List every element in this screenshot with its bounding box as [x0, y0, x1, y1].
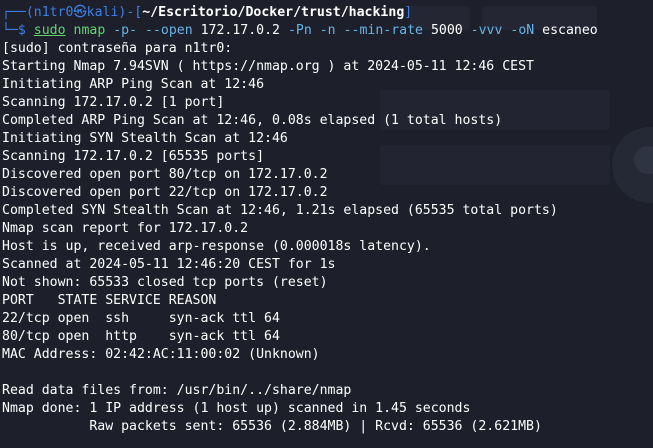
command-args: -p- --open 172.17.0.2 -Pn -n --min-rate … [105, 23, 598, 38]
command-arg: --min-rate [343, 23, 423, 38]
output-line: Nmap scan report for 172.17.0.2 [2, 221, 249, 236]
prompt-line-1: ┌──(n1tr0㉿kali)-[~/Escritorio/Docker/tru… [2, 4, 653, 22]
prompt-frame-top: ┌──( [2, 5, 34, 20]
prompt-frame-bottom: └─ [2, 23, 18, 38]
terminal-window[interactable]: ┌──(n1tr0㉿kali)-[~/Escritorio/Docker/tru… [0, 0, 653, 448]
output-line: [sudo] contraseña para n1tr0: [2, 41, 233, 56]
output-line: Discovered open port 80/tcp on 172.17.0.… [2, 167, 328, 182]
output-line: Discovered open port 22/tcp on 172.17.0.… [2, 185, 328, 200]
command-arg: -vvv [470, 23, 503, 38]
command-arg: escaneo [542, 23, 598, 38]
prompt-frame-close: ] [404, 5, 413, 20]
prompt-dollar: $ [17, 23, 34, 38]
output-line: Scanned at 2024-05-11 12:46:20 CEST for … [2, 257, 336, 272]
output-line: Scanning 172.17.0.2 [1 port] [2, 95, 225, 110]
prompt-user: n1tr0 [33, 5, 74, 20]
command-arg: -oN [510, 23, 535, 38]
output-line: Initiating SYN Stealth Scan at 12:46 [2, 131, 288, 146]
command-output: [sudo] contraseña para n1tr0: Starting Nm… [2, 40, 653, 436]
command-arg: 172.17.0.2 [200, 23, 280, 38]
output-line: Scanning 172.17.0.2 [65535 ports] [2, 149, 265, 164]
command-line[interactable]: └─$ sudo nmap -p- --open 172.17.0.2 -Pn … [2, 22, 653, 40]
prompt-frame-mid: )-[ [118, 5, 143, 20]
command-arg: 5000 [430, 23, 463, 38]
output-line: Read data files from: /usr/bin/../share/… [2, 383, 352, 398]
prompt-path: ~/Escritorio/Docker/trust/hacking [142, 5, 405, 20]
output-line: 22/tcp open ssh syn-ack ttl 64 [2, 311, 280, 326]
output-line: Initiating ARP Ping Scan at 12:46 [2, 77, 265, 92]
output-line: Completed SYN Stealth Scan at 12:46, 1.2… [2, 203, 558, 218]
command-arg: --open [145, 23, 193, 38]
command-arg: -n [319, 23, 336, 38]
output-line: Not shown: 65533 closed tcp ports (reset… [2, 275, 328, 290]
output-line: Starting Nmap 7.94SVN ( https://nmap.org… [2, 59, 534, 74]
output-line: Host is up, received arp-response (0.000… [2, 239, 431, 254]
output-line: 80/tcp open http syn-ack ttl 64 [2, 329, 280, 344]
output-line: PORT STATE SERVICE REASON [2, 293, 217, 308]
output-line: Completed ARP Ping Scan at 12:46, 0.08s … [2, 113, 503, 128]
prompt-host: kali [86, 5, 119, 20]
command-program: nmap [73, 23, 106, 38]
prompt-at-icon: ㉿ [73, 5, 87, 20]
command-arg: -Pn [287, 23, 312, 38]
terminal-output: ┌──(n1tr0㉿kali)-[~/Escritorio/Docker/tru… [2, 4, 653, 436]
output-line: MAC Address: 02:42:AC:11:00:02 (Unknown) [2, 347, 320, 362]
output-line: Nmap done: 1 IP address (1 host up) scan… [2, 401, 471, 416]
command-arg: -p- [113, 23, 138, 38]
command-sudo: sudo [33, 23, 66, 38]
output-line: Raw packets sent: 65536 (2.884MB) | Rcvd… [2, 419, 542, 434]
